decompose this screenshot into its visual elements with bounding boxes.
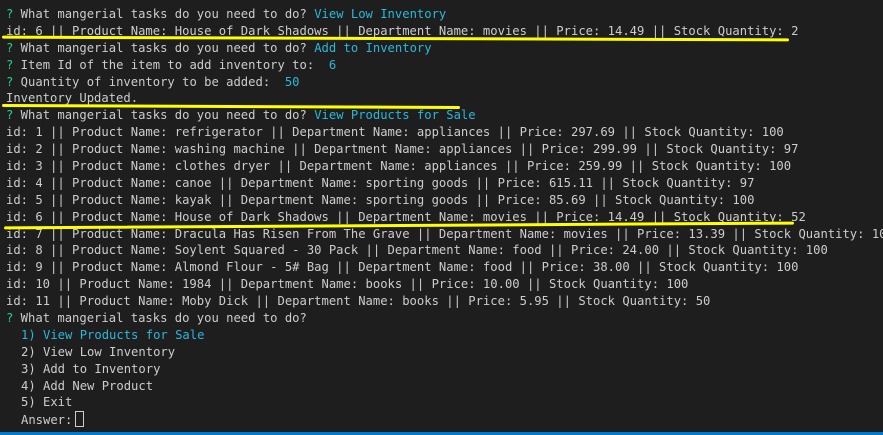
prompt-answer: Add to Inventory — [314, 40, 432, 55]
prompt-text: Quantity of inventory to be added: — [13, 74, 285, 89]
menu-option-selected[interactable]: 1) View Products for Sale — [0, 327, 883, 344]
prompt-line: ? Quantity of inventory to be added: 50 — [0, 74, 883, 91]
product-row: id: 9 || Product Name: Almond Flour - 5#… — [6, 260, 799, 275]
prompt-line: ? What mangerial tasks do you need to do… — [0, 40, 883, 57]
menu-option[interactable]: 2) View Low Inventory — [0, 344, 883, 361]
answer-prompt[interactable]: Answer: — [0, 411, 883, 428]
menu-option[interactable]: 4) Add New Product — [0, 378, 883, 395]
prompt-answer: View Low Inventory — [314, 7, 447, 21]
prompt-answer: 6 — [328, 57, 337, 72]
prompt-line: ? What mangerial tasks do you need to do… — [0, 310, 883, 327]
product-row: id: 1 || Product Name: refrigerator || D… — [6, 125, 784, 140]
prompt-text: What mangerial tasks do you need to do? — [13, 311, 307, 326]
answer-label: Answer: — [21, 413, 73, 428]
prompt-text: What mangerial tasks do you need to do? — [13, 7, 315, 21]
product-row: id: 2 || Product Name: washing machine |… — [6, 142, 799, 157]
product-row: id: 10 || Product Name: 1984 || Departme… — [6, 277, 689, 292]
menu-option[interactable]: 5) Exit — [0, 394, 883, 411]
terminal-output[interactable]: ? What mangerial tasks do you need to do… — [0, 0, 883, 432]
product-row: id: 11 || Product Name: Moby Dick || Dep… — [6, 294, 711, 309]
prompt-line: ? Item Id of the item to add inventory t… — [0, 57, 883, 74]
product-row: id: 3 || Product Name: clothes dryer || … — [6, 159, 792, 174]
prompt-answer: View Products for Sale — [314, 108, 476, 123]
prompt-text: What mangerial tasks do you need to do? — [13, 40, 315, 55]
product-row: id: 5 || Product Name: kayak || Departme… — [6, 192, 755, 207]
menu-option[interactable]: 3) Add to Inventory — [0, 361, 883, 378]
prompt-answer: 50 — [284, 74, 300, 89]
prompt-text: What mangerial tasks do you need to do? — [13, 108, 315, 123]
text-cursor[interactable] — [75, 411, 85, 428]
product-row: id: 8 || Product Name: Soylent Squared -… — [6, 243, 828, 258]
product-row: id: 4 || Product Name: canoe || Departme… — [6, 175, 755, 190]
prompt-line: ? What mangerial tasks do you need to do… — [0, 107, 883, 124]
prompt-line: ? What mangerial tasks do you need to do… — [0, 6, 883, 23]
prompt-text: Item Id of the item to add inventory to: — [13, 57, 329, 72]
